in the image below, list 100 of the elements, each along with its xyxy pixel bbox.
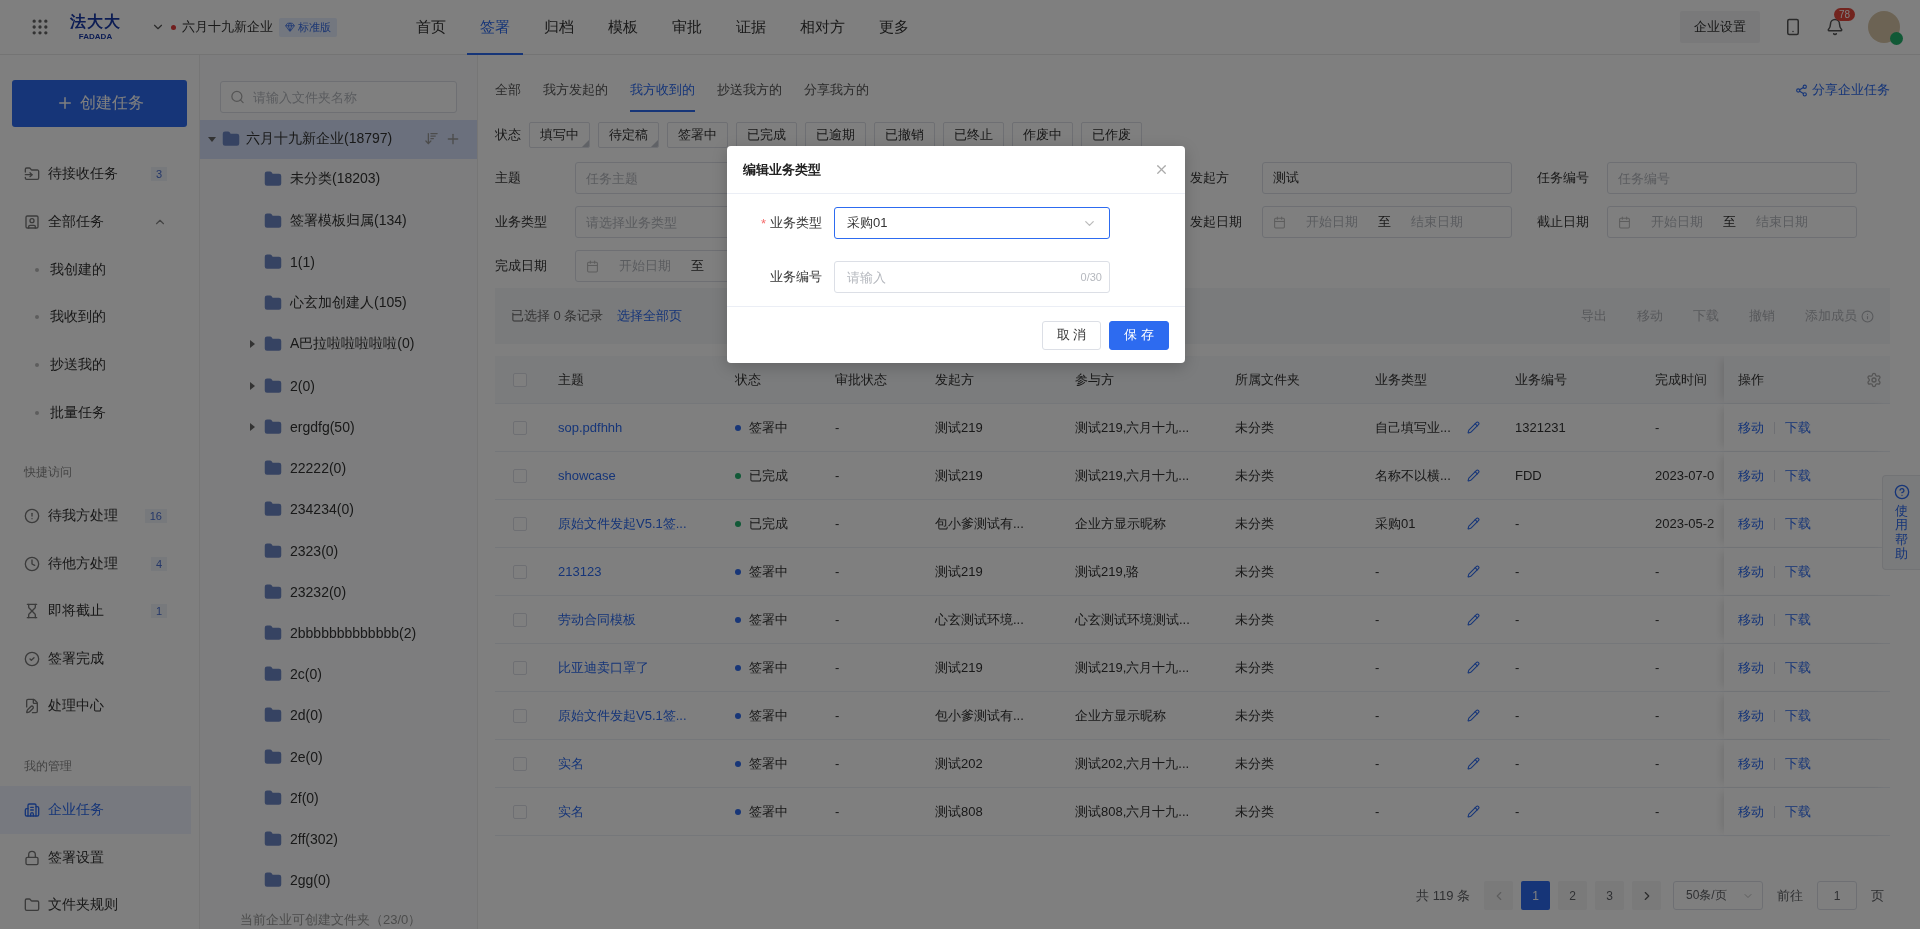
status-chip[interactable]: 作废中 [1012,122,1073,148]
folder-tree-item[interactable]: 签署模板归属(134) [200,200,477,242]
status-chip[interactable]: 已撤销 [874,122,935,148]
subject-link[interactable]: sop.pdfhhh [558,420,623,435]
company-settings-button[interactable]: 企业设置 [1680,11,1760,43]
tree-root-row[interactable]: 六月十九新企业(18797) [200,120,477,159]
row-action-link[interactable]: 下载 [1785,802,1811,821]
edit-icon[interactable] [1467,613,1480,626]
expand-arrow-icon[interactable] [248,422,256,431]
status-chip[interactable]: 已终止 [943,122,1004,148]
folder-tree-item[interactable]: 2(0) [200,365,477,407]
folder-tree-item[interactable]: 2ff(302) [200,818,477,860]
row-action-link[interactable]: 下载 [1785,466,1811,485]
status-chip[interactable]: 填写中 [529,122,590,148]
subject-link[interactable]: 实名 [558,802,584,821]
nav-tab[interactable]: 相对方 [787,0,858,55]
row-action-link[interactable]: 下载 [1785,754,1811,773]
sidebar-item[interactable]: 全部任务 [0,198,191,246]
nav-tab[interactable]: 审批 [659,0,715,55]
nav-tab[interactable]: 更多 [866,0,922,55]
subject-link[interactable]: 213123 [558,564,602,579]
folder-tree-item[interactable]: 2c(0) [200,653,477,695]
row-action-link[interactable]: 移动 [1738,658,1764,677]
page-size-select[interactable]: 50条/页 [1673,881,1763,910]
sidebar-subitem[interactable]: 批量任务 [0,388,199,437]
folder-tree-item[interactable]: 1(1) [200,241,477,283]
row-action-link[interactable]: 下载 [1785,514,1811,533]
bell-icon[interactable] [1826,18,1844,36]
close-button[interactable] [1154,162,1169,177]
edit-icon[interactable] [1467,805,1480,818]
row-action-link[interactable]: 下载 [1785,658,1811,677]
edit-icon[interactable] [1467,757,1480,770]
company-name[interactable]: 六月十九新企业 [182,18,273,36]
tab[interactable]: 分享我方的 [804,70,869,112]
edit-icon[interactable] [1467,709,1480,722]
row-action-link[interactable]: 下载 [1785,706,1811,725]
next-page-button[interactable] [1632,881,1661,910]
row-action-link[interactable]: 下载 [1785,418,1811,437]
tab[interactable]: 全部 [495,70,521,112]
nav-tab[interactable]: 归档 [531,0,587,55]
page-button[interactable]: 1 [1521,881,1550,910]
subject-link[interactable]: showcase [558,468,616,483]
row-action-link[interactable]: 移动 [1738,610,1764,629]
phone-icon[interactable] [1784,18,1802,36]
folder-tree-item[interactable]: ergdfg(50) [200,406,477,448]
edit-icon[interactable] [1467,469,1480,482]
nav-tab[interactable]: 模板 [595,0,651,55]
sidebar-subitem[interactable]: 我创建的 [0,245,199,294]
page-button[interactable]: 3 [1595,881,1624,910]
row-action-link[interactable]: 下载 [1785,610,1811,629]
expand-arrow-icon[interactable] [208,135,216,144]
status-chip[interactable]: 已完成 [736,122,797,148]
sidebar-item[interactable]: 即将截止 1 [0,587,191,636]
tab[interactable]: 我方发起的 [543,70,608,112]
sidebar-subitem[interactable]: 抄送我的 [0,341,199,389]
subject-link[interactable]: 比亚迪卖口罩了 [558,658,649,677]
subject-link[interactable]: 实名 [558,754,584,773]
folder-tree-item[interactable]: 2d(0) [200,694,477,737]
folder-tree-item[interactable]: 未分类(18203) [200,158,477,201]
folder-tree-item[interactable]: 心玄加创建人(105) [200,282,477,324]
sidebar-subitem[interactable]: 我收到的 [0,293,199,342]
settings-icon[interactable] [1866,371,1882,388]
save-button[interactable]: 保 存 [1109,320,1169,350]
tab[interactable]: 抄送我方的 [717,70,782,112]
sidebar-item[interactable]: 签署完成 [0,635,191,683]
sort-icon[interactable] [424,131,439,147]
edit-icon[interactable] [1467,565,1480,578]
folder-tree-item[interactable]: 2f(0) [200,777,477,819]
business-type-select[interactable]: 采购01 [834,207,1110,239]
subject-link[interactable]: 原始文件发起V5.1签... [558,706,687,725]
sidebar-item[interactable]: 文件夹规则 [0,881,191,929]
expand-arrow-icon[interactable] [248,381,256,390]
status-chip[interactable]: 待定稿 [598,122,659,148]
select-all-link[interactable]: 选择全部页 [617,307,683,325]
folder-tree-item[interactable]: A巴拉啦啦啦啦啦(0) [200,323,477,365]
row-action-link[interactable]: 移动 [1738,754,1764,773]
sidebar-item[interactable]: 待接收任务 3 [0,150,191,199]
tab[interactable]: 我方收到的 [630,70,695,112]
filter-input-field[interactable]: 测试 [1262,162,1512,194]
folder-tree-item[interactable]: 2gg(0) [200,859,477,902]
row-action-link[interactable]: 移动 [1738,466,1764,485]
sidebar-item[interactable]: 待我方处理 16 [0,492,191,540]
expand-arrow-icon[interactable] [248,340,256,349]
row-action-link[interactable]: 下载 [1785,562,1811,581]
status-chip[interactable]: 签署中 [667,122,728,148]
edit-icon[interactable] [1467,517,1480,530]
folder-tree-item[interactable]: 2bbbbbbbbbbbbb(2) [200,612,477,654]
edit-icon[interactable] [1467,661,1480,674]
cancel-button[interactable]: 取 消 [1041,320,1102,350]
nav-tab[interactable]: 证据 [723,0,779,55]
folder-tree-item[interactable]: 23232(0) [200,571,477,613]
create-task-button[interactable]: 创建任务 [12,80,187,127]
row-action-link[interactable]: 移动 [1738,706,1764,725]
row-action-link[interactable]: 移动 [1738,418,1764,437]
row-action-link[interactable]: 移动 [1738,562,1764,581]
page-button[interactable]: 2 [1558,881,1587,910]
goto-page-input[interactable]: 1 [1817,881,1857,910]
sidebar-item[interactable]: 处理中心 [0,682,191,731]
row-action-link[interactable]: 移动 [1738,802,1764,821]
folder-tree-item[interactable]: 2e(0) [200,736,477,778]
